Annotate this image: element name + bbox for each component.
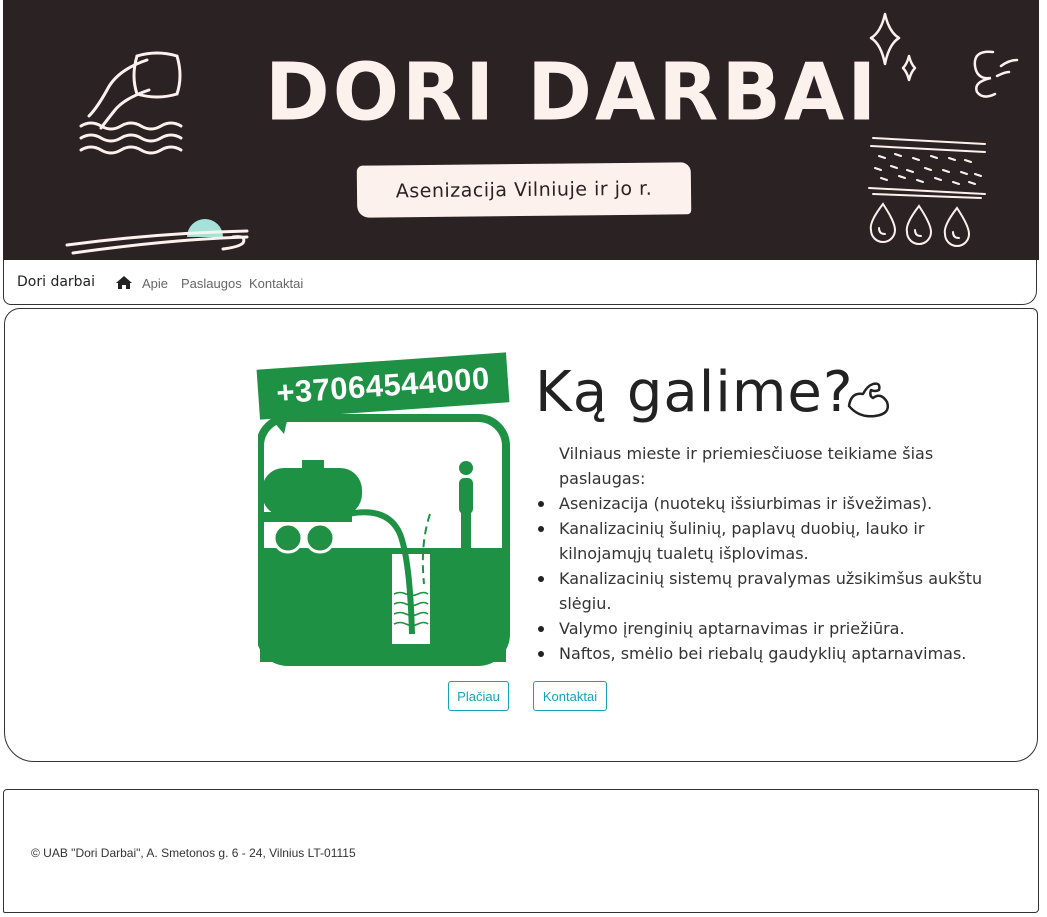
list-item: Kanalizacinių šulinių, paplavų duobių, l…: [538, 516, 989, 566]
nav-link-kontaktai[interactable]: Kontaktai: [249, 276, 303, 291]
navbar-brand[interactable]: Dori darbai: [17, 274, 95, 290]
site-title: DORI DARBAI: [265, 47, 880, 139]
more-info-button[interactable]: Plačiau: [448, 681, 509, 711]
septic-truck-illustration: [258, 414, 510, 666]
list-item: Kanalizacinių sistemų pravalymas užsikim…: [538, 566, 989, 616]
footer-copyright: © UAB "Dori Darbai", A. Smetonos g. 6 - …: [31, 846, 356, 860]
flexed-arm-icon: [847, 382, 889, 418]
soil-drops-icon: [868, 137, 986, 247]
nav-link-apie[interactable]: Apie: [142, 276, 168, 291]
nav-link-paslaugos[interactable]: Paslaugos: [181, 276, 242, 291]
main-navbar: Dori darbai Apie Paslaugos Kontaktai: [3, 260, 1037, 305]
section-heading: Ką galime?: [535, 360, 854, 425]
page-footer: © UAB "Dori Darbai", A. Smetonos g. 6 - …: [3, 789, 1039, 913]
home-icon[interactable]: [116, 276, 132, 289]
list-item: Asenizacija (nuotekų išsiurbimas ir išve…: [538, 491, 989, 516]
squiggle-icon: [973, 50, 1019, 98]
services-list: Asenizacija (nuotekų išsiurbimas ir išve…: [538, 491, 989, 666]
sparkle-icon: [869, 12, 917, 82]
list-item: Valymo įrenginių aptarnavimas ir priežiū…: [538, 616, 989, 641]
site-subtitle: Asenizacija Vilniuje ir jo r.: [356, 162, 692, 218]
decorative-swoosh-icon: [65, 219, 249, 255]
services-intro: Vilniaus mieste ir priemiesčiuose teikia…: [559, 444, 934, 488]
drain-pipe-icon: [79, 51, 183, 155]
header-banner: DORI DARBAI Asenizacija Vilniuje ir jo r…: [3, 0, 1039, 260]
speech-tail-icon: [262, 408, 290, 434]
list-item: Naftos, smėlio bei riebalų gaudyklių apt…: [538, 641, 989, 666]
contacts-button[interactable]: Kontaktai: [533, 681, 607, 711]
